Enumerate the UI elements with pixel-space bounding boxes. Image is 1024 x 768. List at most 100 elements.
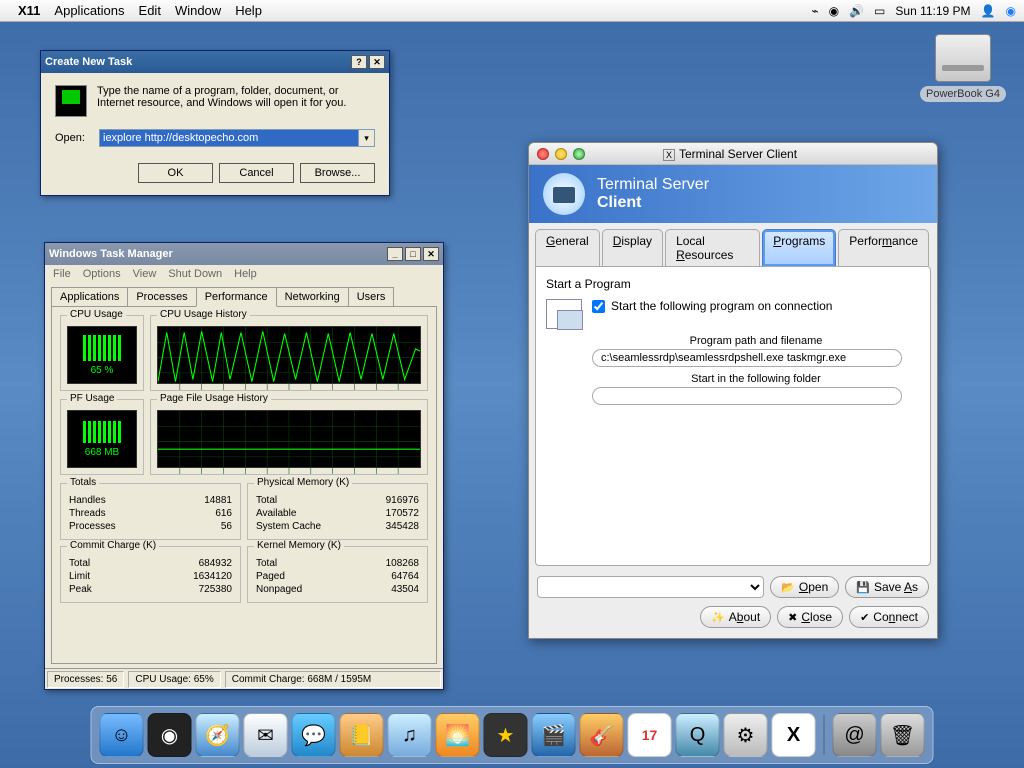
x-icon: X — [663, 149, 675, 161]
app-menu[interactable]: X11 — [18, 3, 40, 18]
dock-addressbook[interactable]: 📒 — [340, 713, 384, 757]
tab-general[interactable]: General — [535, 229, 600, 266]
dock-dashboard[interactable]: ◉ — [148, 713, 192, 757]
minimize-traffic-light[interactable] — [555, 148, 567, 160]
section-title: Start a Program — [546, 277, 920, 291]
open-button[interactable]: 📂Open — [770, 576, 839, 598]
commit-box: Commit Charge (K) Total684932 Limit16341… — [60, 546, 241, 603]
check-icon: ✔ — [860, 611, 869, 624]
dock-garageband[interactable]: 🎸 — [580, 713, 624, 757]
dock-ical[interactable]: 17 — [628, 713, 672, 757]
dock-imovie[interactable]: ★ — [484, 713, 528, 757]
program-path-input[interactable] — [592, 349, 902, 367]
tab-local-resources[interactable]: Local Resources — [665, 229, 760, 266]
wifi-icon[interactable]: ◉ — [829, 4, 839, 18]
folder-label: Start in the following folder — [592, 373, 920, 385]
save-as-button[interactable]: 💾Save As — [845, 576, 929, 598]
menu-file[interactable]: File — [53, 268, 71, 280]
drive-label: PowerBook G4 — [920, 86, 1006, 102]
cpu-value: 65 % — [91, 365, 114, 376]
task-manager-window: Windows Task Manager _ □ ✕ File Options … — [44, 242, 444, 690]
minimize-button[interactable]: _ — [387, 247, 403, 261]
pf-usage-gauge: PF Usage 668 MB — [60, 399, 144, 475]
close-button[interactable]: ✖Close — [777, 606, 843, 628]
desktop-drive-icon[interactable]: PowerBook G4 — [920, 30, 1006, 102]
totals-box: Totals Handles14881 Threads616 Processes… — [60, 483, 241, 540]
checkbox-label: Start the following program on connectio… — [611, 299, 832, 313]
ok-button[interactable]: OK — [138, 163, 213, 183]
start-program-checkbox[interactable] — [592, 300, 605, 313]
tab-performance[interactable]: Performance — [838, 229, 929, 266]
tab-performance[interactable]: Performance — [196, 287, 277, 307]
dock-x11[interactable]: X — [772, 713, 816, 757]
window-title: Windows Task Manager — [49, 248, 173, 260]
open-label: Open: — [55, 132, 91, 144]
menu-shutdown[interactable]: Shut Down — [168, 268, 222, 280]
menu-help[interactable]: Help — [234, 268, 257, 280]
connect-button[interactable]: ✔Connect — [849, 606, 929, 628]
menu-options[interactable]: Options — [83, 268, 121, 280]
ts-titlebar[interactable]: X Terminal Server Client — [529, 143, 937, 165]
tab-networking[interactable]: Networking — [276, 287, 349, 306]
help-button[interactable]: ? — [351, 55, 367, 69]
zoom-traffic-light[interactable] — [573, 148, 585, 160]
bluetooth-icon[interactable]: ⌁ — [811, 4, 818, 18]
taskmgr-statusbar: Processes: 56 CPU Usage: 65% Commit Char… — [45, 668, 443, 690]
window-title: Terminal Server Client — [679, 147, 797, 161]
profile-select[interactable] — [537, 576, 764, 598]
dock-idvd[interactable]: 🎬 — [532, 713, 576, 757]
menu-applications[interactable]: Applications — [54, 3, 124, 18]
menu-edit[interactable]: Edit — [139, 3, 161, 18]
close-button[interactable]: ✕ — [369, 55, 385, 69]
taskmgr-menu: File Options View Shut Down Help — [45, 265, 443, 283]
tab-processes[interactable]: Processes — [127, 287, 196, 306]
cpu-usage-gauge: CPU Usage 65 % — [60, 315, 144, 391]
tab-programs[interactable]: Programs — [762, 229, 836, 266]
open-input[interactable] — [99, 129, 359, 147]
terminal-icon — [543, 173, 585, 215]
dock-quicktime[interactable]: Q — [676, 713, 720, 757]
tab-applications[interactable]: Applications — [51, 287, 128, 306]
menu-help[interactable]: Help — [235, 3, 262, 18]
performance-panel: CPU Usage 65 % CPU Usage History — [51, 306, 437, 664]
create-task-titlebar[interactable]: Create New Task ? ✕ — [41, 51, 389, 73]
start-folder-input[interactable] — [592, 387, 902, 405]
dock-ichat[interactable]: 💬 — [292, 713, 336, 757]
dock-sherlock[interactable]: @ — [833, 713, 877, 757]
terminal-server-client-window: X Terminal Server Client Terminal Server … — [528, 142, 938, 639]
dock-separator — [824, 715, 825, 755]
volume-icon[interactable]: 🔊 — [849, 4, 864, 18]
ts-banner: Terminal Server Client — [529, 165, 937, 223]
dock-trash[interactable]: 🗑 — [881, 713, 925, 757]
program-icon — [546, 299, 582, 329]
dock-finder[interactable]: ☺ — [100, 713, 144, 757]
user-icon[interactable]: 👤 — [981, 4, 996, 18]
cancel-button[interactable]: Cancel — [219, 163, 294, 183]
pf-value: 668 MB — [85, 447, 119, 458]
dock-safari[interactable]: 🧭 — [196, 713, 240, 757]
status-cpu: CPU Usage: 65% — [128, 671, 220, 688]
close-icon: ✖ — [788, 611, 797, 624]
tab-display[interactable]: Display — [602, 229, 663, 266]
dock-sysprefs[interactable]: ⚙ — [724, 713, 768, 757]
close-button[interactable]: ✕ — [423, 247, 439, 261]
open-dropdown-button[interactable]: ▾ — [359, 129, 375, 147]
maximize-button[interactable]: □ — [405, 247, 421, 261]
spotlight-icon[interactable]: ◉ — [1006, 4, 1016, 18]
clock[interactable]: Sun 11:19 PM — [895, 4, 970, 18]
menu-view[interactable]: View — [133, 268, 157, 280]
window-title: Create New Task — [45, 56, 132, 68]
taskmgr-titlebar[interactable]: Windows Task Manager _ □ ✕ — [45, 243, 443, 265]
menu-window[interactable]: Window — [175, 3, 221, 18]
status-processes: Processes: 56 — [47, 671, 124, 688]
about-button[interactable]: ✨About — [700, 606, 771, 628]
dock-mail[interactable]: ✉ — [244, 713, 288, 757]
close-traffic-light[interactable] — [537, 148, 549, 160]
browse-button[interactable]: Browse... — [300, 163, 375, 183]
dock-itunes[interactable]: ♫ — [388, 713, 432, 757]
menubar: X11 Applications Edit Window Help ⌁ ◉ 🔊 … — [0, 0, 1024, 22]
run-description: Type the name of a program, folder, docu… — [97, 85, 375, 117]
battery-icon[interactable]: ▭ — [874, 4, 885, 18]
tab-users[interactable]: Users — [348, 287, 395, 306]
dock-iphoto[interactable]: 🌅 — [436, 713, 480, 757]
